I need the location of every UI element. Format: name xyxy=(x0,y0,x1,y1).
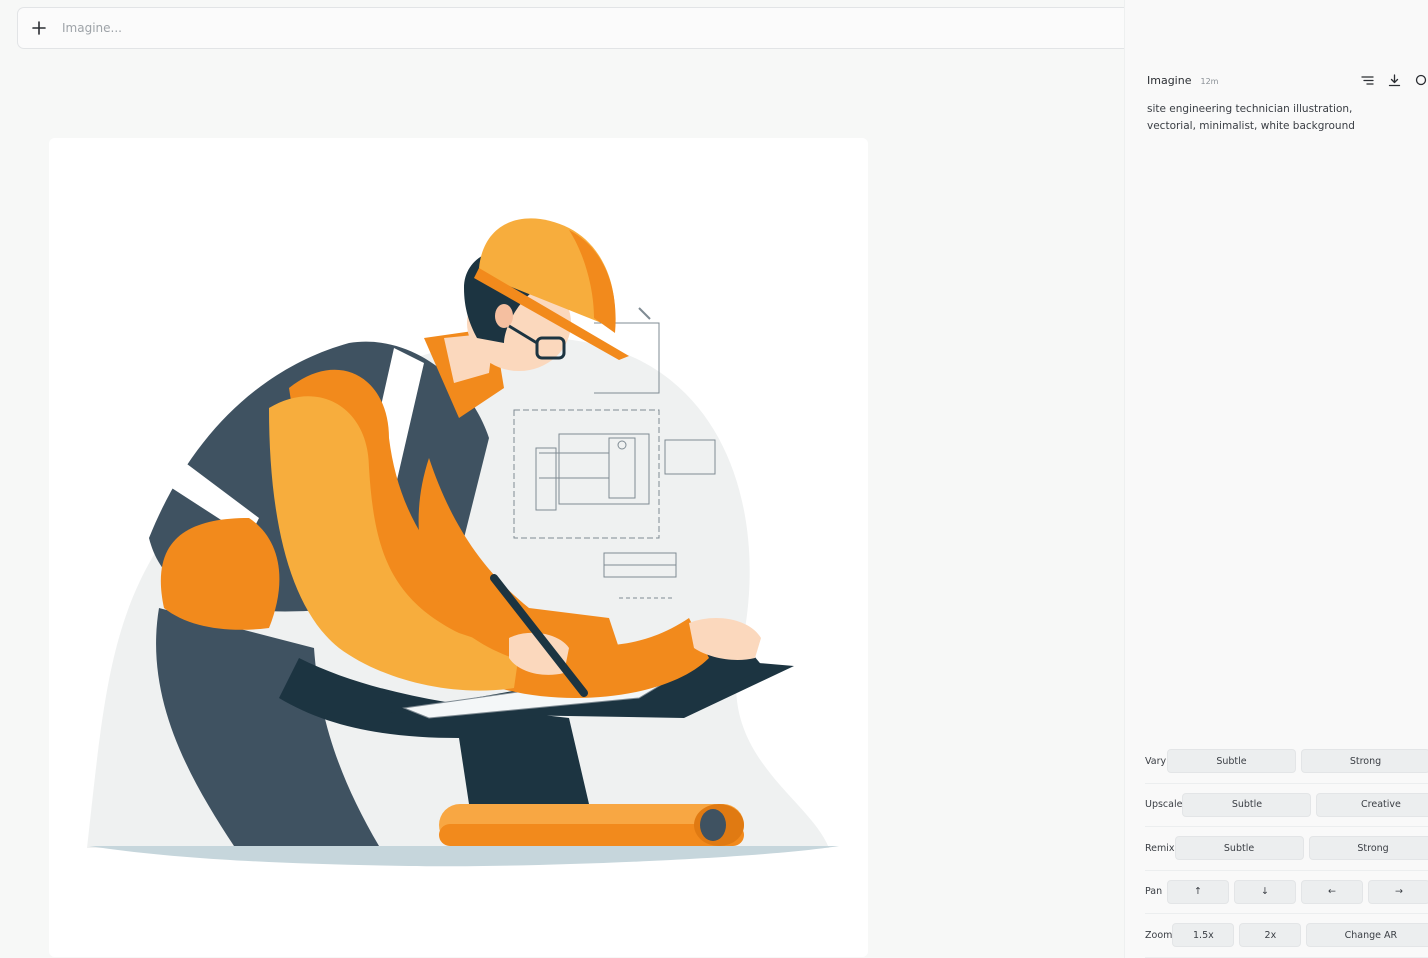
change-ar-button[interactable]: Change AR xyxy=(1306,923,1428,948)
pan-right-button[interactable]: → xyxy=(1368,879,1428,904)
upscale-label: Upscale xyxy=(1145,799,1183,811)
vary-label: Vary xyxy=(1145,755,1167,767)
options-button[interactable] xyxy=(1361,75,1374,86)
pan-row: Pan ↑ ↓ ← → xyxy=(1145,871,1428,914)
zoom-2x-button[interactable]: 2x xyxy=(1239,923,1302,948)
imagine-input[interactable] xyxy=(60,9,1185,47)
zoom-1-5x-button[interactable]: 1.5x xyxy=(1172,923,1235,948)
vary-subtle-button[interactable]: Subtle xyxy=(1167,749,1296,774)
download-icon xyxy=(1388,74,1401,87)
job-toolbar xyxy=(1361,74,1427,87)
pan-left-button[interactable]: ← xyxy=(1301,879,1363,904)
job-detail-panel: Imagine 12m site engineering technician … xyxy=(1124,0,1428,958)
upscale-row: Upscale Subtle Creative xyxy=(1145,784,1428,827)
download-button[interactable] xyxy=(1388,74,1401,87)
zoom-label: Zoom xyxy=(1145,929,1173,941)
upscale-subtle-button[interactable]: Subtle xyxy=(1182,792,1312,817)
pan-down-button[interactable]: ↓ xyxy=(1234,879,1296,904)
generated-image[interactable] xyxy=(49,138,868,957)
search-icon xyxy=(1415,74,1427,86)
job-header: Imagine 12m xyxy=(1147,74,1218,87)
add-image-button[interactable] xyxy=(18,8,60,48)
action-panel: Vary Subtle Strong Upscale Subtle Creati… xyxy=(1145,740,1428,958)
job-type: Imagine xyxy=(1147,74,1192,87)
remix-subtle-button[interactable]: Subtle xyxy=(1174,836,1304,861)
plus-icon xyxy=(32,21,46,35)
vary-strong-button[interactable]: Strong xyxy=(1301,749,1428,774)
zoom-row: Zoom 1.5x 2x Change AR xyxy=(1145,914,1428,958)
remix-label: Remix xyxy=(1145,842,1175,854)
job-age: 12m xyxy=(1200,77,1219,86)
pan-label: Pan xyxy=(1145,886,1163,898)
upscale-creative-button[interactable]: Creative xyxy=(1316,792,1428,817)
pan-up-button[interactable]: ↑ xyxy=(1167,879,1229,904)
lines-icon xyxy=(1361,76,1374,85)
search-button[interactable] xyxy=(1415,74,1427,87)
engineer-illustration xyxy=(49,138,868,957)
vary-row: Vary Subtle Strong xyxy=(1145,740,1428,784)
remix-row: Remix Subtle Strong xyxy=(1145,827,1428,871)
prompt-text: site engineering technician illustration… xyxy=(1147,103,1355,132)
prompt-bar xyxy=(17,7,1230,49)
remix-strong-button[interactable]: Strong xyxy=(1308,836,1428,861)
